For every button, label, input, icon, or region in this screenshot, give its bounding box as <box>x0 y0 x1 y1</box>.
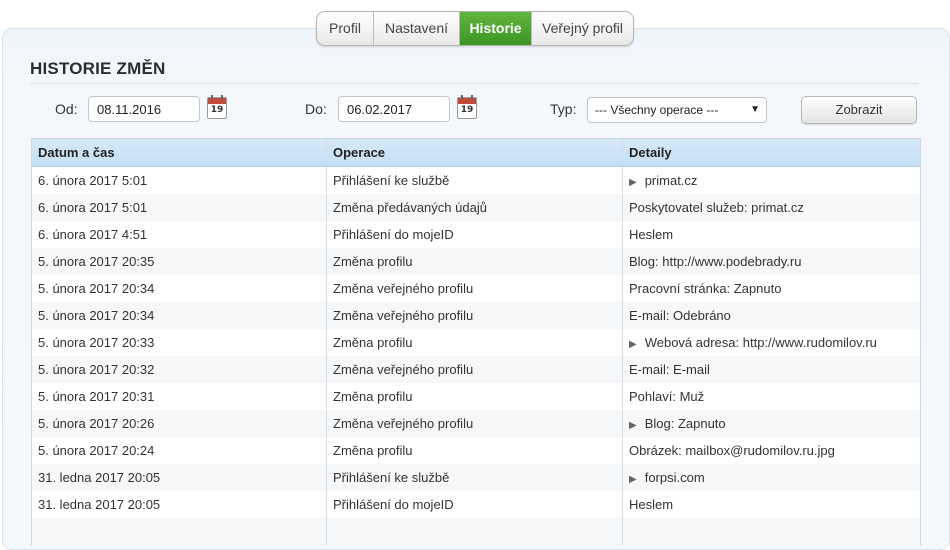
cell-date: 5. února 2017 20:33 <box>32 329 327 356</box>
table-row: 31. ledna 2017 20:05 Přihlášení ke službě… <box>32 464 920 491</box>
cell-details: Heslem <box>623 221 920 248</box>
cell-date: 5. února 2017 20:34 <box>32 302 327 329</box>
cell-date: 5. února 2017 20:31 <box>32 383 327 410</box>
cell-operation: Změna předávaných údajů <box>327 194 623 221</box>
cell-operation: Změna profilu <box>327 329 623 356</box>
tab-profil[interactable]: Profil <box>317 12 374 45</box>
cell-details[interactable]: ▶ forpsi.com <box>623 464 920 491</box>
cell-operation: Změna profilu <box>327 248 623 275</box>
to-calendar-icon[interactable]: 19 <box>457 95 477 119</box>
table-row: 5. února 2017 20:31 Změna profilu Pohlaví:… <box>32 383 920 410</box>
detail-text: primat.cz <box>644 173 698 188</box>
cell-operation: Přihlášení ke službě <box>327 167 623 194</box>
table-header-row: Datum a čas Operace Detaily <box>32 139 920 167</box>
history-table: Datum a čas Operace Detaily 6. února 201… <box>31 138 921 545</box>
table-row: 6. února 2017 5:01 Přihlášení ke službě ▶ p… <box>32 167 920 194</box>
operation-type-value: --- Všechny operace --- <box>595 103 719 117</box>
cell-date: 5. února 2017 20:35 <box>32 248 327 275</box>
table-row: 5. února 2017 20:34 Změna veřejného profi… <box>32 275 920 302</box>
cell-operation: Změna profilu <box>327 437 623 464</box>
detail-text: Pracovní stránka: Zapnuto <box>629 281 782 296</box>
cell-date: 5. února 2017 20:26 <box>32 410 327 437</box>
cell-date: 5. února 2017 20:24 <box>32 437 327 464</box>
detail-text: E-mail: Odebráno <box>629 308 731 323</box>
operation-type-select[interactable]: --- Všechny operace --- ▼ <box>587 97 767 123</box>
cell-date: 6. února 2017 4:51 <box>32 221 327 248</box>
cell-date: 5. února 2017 20:32 <box>32 356 327 383</box>
to-date-input[interactable]: 06.02.2017 <box>338 96 450 122</box>
cell-details: Pracovní stránka: Zapnuto <box>623 275 920 302</box>
header-date: Datum a čas <box>32 139 327 166</box>
detail-text: Pohlaví: Muž <box>629 389 705 404</box>
to-label: Do: <box>305 101 327 117</box>
table-row: 5. února 2017 20:33 Změna profilu ▶ Webová … <box>32 329 920 356</box>
cell-date: 31. ledna 2017 20:05 <box>32 491 327 518</box>
table-row: 5. února 2017 20:35 Změna profilu Blog: ht… <box>32 248 920 275</box>
from-calendar-icon[interactable]: 19 <box>207 95 227 119</box>
cell-date: 5. února 2017 20:34 <box>32 275 327 302</box>
expand-arrow-icon[interactable]: ▶ <box>629 466 637 491</box>
expand-arrow-icon[interactable]: ▶ <box>629 169 637 194</box>
cell-operation: Přihlášení ke službě <box>327 464 623 491</box>
table-row: 31. ledna 2017 20:05 Přihlášení do mojeID… <box>32 491 920 518</box>
cell-details: E-mail: Odebráno <box>623 302 920 329</box>
detail-text: Heslem <box>629 227 674 242</box>
cell-details: Pohlaví: Muž <box>623 383 920 410</box>
cell-date: 31. ledna 2017 20:05 <box>32 464 327 491</box>
cell-details[interactable]: ▶ Webová adresa: http://www.rudomilov.ru <box>623 329 920 356</box>
from-date-input[interactable]: 08.11.2016 <box>88 96 200 122</box>
table-row: 5. února 2017 20:34 Změna veřejného profi… <box>32 302 920 329</box>
tab-nastaveni[interactable]: Nastavení <box>374 12 460 45</box>
detail-text: forpsi.com <box>644 470 705 485</box>
detail-text: Obrázek: mailbox@rudomilov.ru.jpg <box>629 443 835 458</box>
cell-details: E-mail: E-mail <box>623 356 920 383</box>
tab-verejny-profil[interactable]: Veřejný profil <box>532 12 633 45</box>
page-title: HISTORIE ZMĚN <box>30 59 166 78</box>
show-button[interactable]: Zobrazit <box>801 96 917 124</box>
detail-text: Blog: Zapnuto <box>644 416 726 431</box>
table-row: 6. února 2017 4:51 Přihlášení do mojeID He… <box>32 221 920 248</box>
dropdown-arrow-icon: ▼ <box>750 104 760 115</box>
cell-operation: Změna veřejného profilu <box>327 302 623 329</box>
table-row: 5. února 2017 20:32 Změna veřejného profi… <box>32 356 920 383</box>
from-label: Od: <box>55 101 78 117</box>
table-row <box>32 518 920 545</box>
cell-details: Obrázek: mailbox@rudomilov.ru.jpg <box>623 437 920 464</box>
cell-operation <box>327 518 623 545</box>
detail-text: E-mail: E-mail <box>629 362 710 377</box>
cell-operation: Změna veřejného profilu <box>327 356 623 383</box>
to-calendar-day: 19 <box>460 105 474 115</box>
detail-text: Webová adresa: http://www.rudomilov.ru <box>644 335 877 350</box>
from-calendar-day: 19 <box>210 105 224 115</box>
cell-date <box>32 518 327 545</box>
cell-details[interactable]: ▶ primat.cz <box>623 167 920 194</box>
table-row: 5. února 2017 20:24 Změna profilu Obrázek:… <box>32 437 920 464</box>
tab-historie[interactable]: Historie <box>460 12 532 45</box>
expand-arrow-icon[interactable]: ▶ <box>629 331 637 356</box>
cell-date: 6. února 2017 5:01 <box>32 194 327 221</box>
detail-text: Heslem <box>629 497 674 512</box>
table-row: 6. února 2017 5:01 Změna předávaných údaj… <box>32 194 920 221</box>
cell-operation: Změna veřejného profilu <box>327 410 623 437</box>
detail-text: Blog: http://www.podebrady.ru <box>629 254 802 269</box>
cell-details <box>623 518 920 545</box>
cell-details: Heslem <box>623 491 920 518</box>
main-tabs: Profil Nastavení Historie Veřejný profil <box>316 11 634 46</box>
cell-date: 6. února 2017 5:01 <box>32 167 327 194</box>
cell-operation: Přihlášení do mojeID <box>327 221 623 248</box>
title-divider <box>30 83 918 84</box>
cell-details: Blog: http://www.podebrady.ru <box>623 248 920 275</box>
cell-operation: Změna profilu <box>327 383 623 410</box>
cell-details[interactable]: ▶ Blog: Zapnuto <box>623 410 920 437</box>
type-label: Typ: <box>550 101 577 117</box>
header-operation: Operace <box>327 139 623 166</box>
cell-details: Poskytovatel služeb: primat.cz <box>623 194 920 221</box>
cell-operation: Přihlášení do mojeID <box>327 491 623 518</box>
cell-operation: Změna veřejného profilu <box>327 275 623 302</box>
detail-text: Poskytovatel služeb: primat.cz <box>629 200 804 215</box>
expand-arrow-icon[interactable]: ▶ <box>629 412 637 437</box>
header-details: Detaily <box>629 145 672 160</box>
table-row: 5. února 2017 20:26 Změna veřejného profi… <box>32 410 920 437</box>
